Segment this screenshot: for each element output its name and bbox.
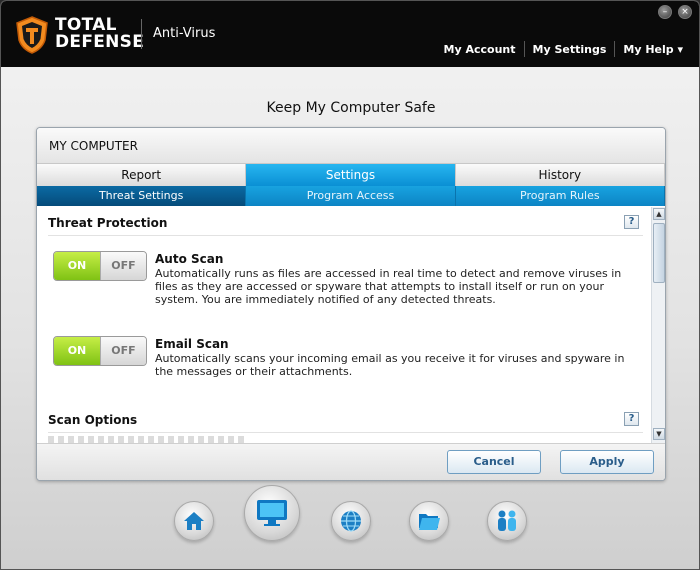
shield-logo-icon xyxy=(16,16,48,54)
dock-globe-button[interactable] xyxy=(331,501,371,541)
scroll-down-button[interactable]: ▼ xyxy=(653,428,665,440)
auto-scan-toggle[interactable]: ON OFF xyxy=(53,251,147,281)
section-title-threat-protection: Threat Protection xyxy=(48,216,168,230)
main-tabs: Report Settings History xyxy=(37,164,665,186)
clipped-content xyxy=(48,436,248,443)
scroll-up-button[interactable]: ▲ xyxy=(653,208,665,220)
subtab-program-access[interactable]: Program Access xyxy=(246,186,456,206)
home-icon xyxy=(184,512,204,530)
close-icon: × xyxy=(681,7,689,17)
close-button[interactable]: × xyxy=(678,5,692,19)
minimize-icon: – xyxy=(662,7,668,17)
my-computer-panel: MY COMPUTER Report Settings History Thre… xyxy=(36,127,666,481)
panel-footer: Cancel Apply xyxy=(37,443,665,480)
top-navigation: My Account My Settings My Help ▾ xyxy=(436,41,691,57)
help-button-scan-options[interactable]: ? xyxy=(624,412,639,426)
auto-scan-description: Automatically runs as files are accessed… xyxy=(155,267,622,306)
email-scan-toggle[interactable]: ON OFF xyxy=(53,336,147,366)
tab-settings[interactable]: Settings xyxy=(246,164,456,186)
nav-my-help[interactable]: My Help ▾ xyxy=(615,43,691,56)
email-scan-title: Email Scan xyxy=(155,337,229,351)
header-divider xyxy=(141,19,142,49)
dock-computer-button[interactable] xyxy=(244,485,300,541)
family-icon xyxy=(498,510,516,531)
minimize-button[interactable]: – xyxy=(658,5,672,19)
dock-home-button[interactable] xyxy=(174,501,214,541)
folders-icon xyxy=(419,514,440,530)
dock-family-button[interactable] xyxy=(487,501,527,541)
help-button-threat-protection[interactable]: ? xyxy=(624,215,639,229)
toggle-on-label: ON xyxy=(54,252,100,280)
email-scan-description: Automatically scans your incoming email … xyxy=(155,352,625,378)
header-bar: TOTAL DEFENSE Anti-Virus – × My Account … xyxy=(1,1,699,67)
sub-tabs: Threat Settings Program Access Program R… xyxy=(37,186,665,206)
subtab-program-rules[interactable]: Program Rules xyxy=(455,186,665,206)
section-divider xyxy=(48,432,643,433)
chevron-up-icon: ▲ xyxy=(656,210,662,218)
apply-button[interactable]: Apply xyxy=(560,450,654,474)
section-title-scan-options: Scan Options xyxy=(48,413,138,427)
nav-my-account[interactable]: My Account xyxy=(436,43,524,56)
cancel-button[interactable]: Cancel xyxy=(447,450,541,474)
app-window: TOTAL DEFENSE Anti-Virus – × My Account … xyxy=(0,0,700,570)
section-divider xyxy=(48,235,643,236)
globe-icon xyxy=(341,510,361,532)
page-title: Keep My Computer Safe xyxy=(266,100,436,116)
chevron-down-icon: ▼ xyxy=(656,430,662,438)
subtab-threat-settings[interactable]: Threat Settings xyxy=(37,186,247,206)
tab-report[interactable]: Report xyxy=(37,164,247,186)
toggle-on-label: ON xyxy=(54,337,100,365)
scroll-thumb[interactable] xyxy=(653,223,665,283)
content-scrollbar[interactable]: ▲ ▼ xyxy=(651,207,665,443)
help-icon: ? xyxy=(628,413,635,424)
panel-title: MY COMPUTER xyxy=(37,128,665,164)
product-name: Anti-Virus xyxy=(153,26,216,41)
nav-my-settings[interactable]: My Settings xyxy=(525,43,615,56)
toggle-off-label: OFF xyxy=(99,337,146,365)
brand-line-2: DEFENSE xyxy=(55,32,145,52)
settings-content: Threat Protection ? ON OFF Auto Scan Aut… xyxy=(37,207,651,443)
dock-folders-button[interactable] xyxy=(409,501,449,541)
toggle-off-label: OFF xyxy=(99,252,146,280)
brand-name: TOTAL DEFENSE xyxy=(55,17,144,51)
help-icon: ? xyxy=(628,216,635,227)
auto-scan-title: Auto Scan xyxy=(155,252,224,266)
computer-icon xyxy=(257,500,287,526)
tab-history[interactable]: History xyxy=(455,164,665,186)
